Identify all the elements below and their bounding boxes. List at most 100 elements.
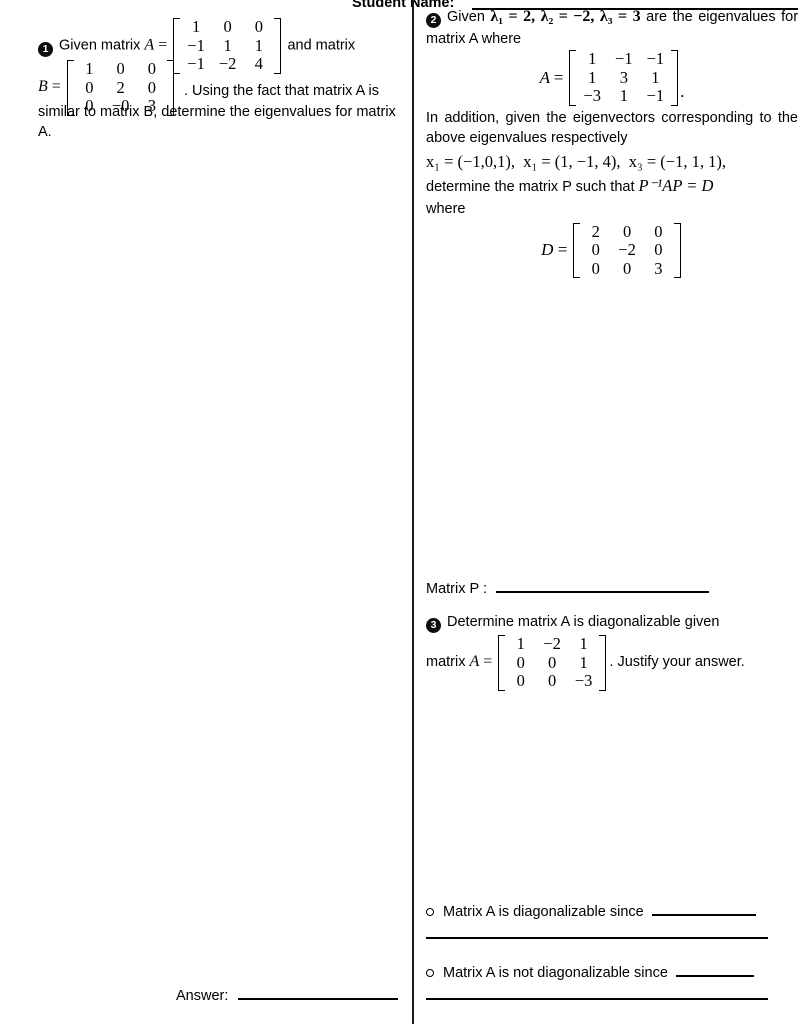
- cell: −1: [615, 49, 633, 69]
- question-1-number-badge: 1: [38, 41, 53, 57]
- radio-circle-icon[interactable]: [426, 969, 434, 977]
- cell: 1: [579, 634, 588, 653]
- table-row: −3 1 −1: [576, 87, 671, 106]
- matrix-p-row: Matrix P :: [426, 581, 709, 597]
- option-not-diagonalizable[interactable]: Matrix A is not diagonalizable since: [426, 965, 754, 981]
- question-2-number-badge: 2: [426, 13, 441, 28]
- cell: 1: [516, 634, 525, 653]
- cell: −1: [187, 35, 205, 55]
- cell: 1: [588, 67, 597, 87]
- cell: 1: [254, 35, 264, 55]
- question-1-equals-a: =: [158, 36, 168, 54]
- cell: 0: [622, 221, 632, 241]
- cell: 2: [591, 221, 600, 241]
- option-diagonalizable-fill-line-2[interactable]: [426, 937, 768, 939]
- question-3-matrix-row: matrix A = 1 −2 1 0 0 1 0 0 −3 . Justify…: [426, 635, 798, 691]
- cell: 3: [654, 258, 663, 278]
- matrix-bracket-right: [671, 50, 679, 106]
- question-1-text-part3-rest: similar to matrix B, determine the eigen…: [38, 103, 396, 141]
- answer-label: Answer:: [176, 988, 229, 1004]
- question-1-text-continued: . Using the fact that matrix A is simila…: [38, 81, 400, 143]
- column-divider: [412, 0, 414, 1024]
- table-row: 1 −1 −1: [576, 50, 671, 69]
- worksheet-page: Student Name: 1 Given matrix A = 1 0 0 −1: [0, 0, 806, 1024]
- question-2-text-intro: Given: [447, 9, 485, 25]
- cell: −2: [543, 634, 561, 653]
- question-2-text-where: where: [426, 200, 466, 217]
- answer-row: Answer:: [176, 988, 399, 1004]
- table-row: 0 −2 0: [580, 241, 674, 260]
- cell: 1: [191, 17, 201, 36]
- question-2-eigenvectors-row: x₁ = (−1,0,1), x₁ = (1, −1, 4), x₃ = (−1…: [426, 150, 798, 173]
- option-not-diagonalizable-fill-line-2[interactable]: [426, 998, 768, 1000]
- question-2-matrix-a-period: .: [680, 81, 685, 101]
- question-3-equals: =: [483, 653, 493, 671]
- right-column: 2 Given λ₁ = 2, λ₂ = −2, λ₃ = 3 are the e…: [416, 0, 806, 1024]
- cell: 0: [591, 240, 600, 260]
- question-2-eigenvector-3: x₃ = (−1, 1, 1),: [628, 151, 726, 171]
- question-1-var-a: A: [144, 36, 155, 54]
- cell: 0: [516, 671, 525, 690]
- radio-circle-icon[interactable]: [426, 908, 434, 916]
- cell: 0: [654, 240, 663, 260]
- table-row: −1 1 1: [180, 37, 274, 56]
- matrix-d-grid: 2 0 0 0 −2 0 0 0 3: [580, 223, 674, 279]
- cell: −3: [583, 86, 602, 106]
- question-3-number-badge: 3: [426, 618, 441, 633]
- matrix-bracket-left: [498, 635, 506, 691]
- matrix-bracket-right: [599, 635, 607, 691]
- cell: 0: [591, 258, 600, 278]
- table-row: 0 0 3: [580, 260, 674, 279]
- table-row: 1 −2 1: [505, 635, 599, 654]
- question-2-eigenvectors-intro: In addition, given the eigenvectors corr…: [426, 109, 798, 147]
- table-row: 2 0 0: [580, 223, 674, 242]
- cell: 0: [547, 671, 557, 690]
- option-not-diagonalizable-fill-line[interactable]: [675, 975, 754, 977]
- question-3-text-part2: . Justify your answer.: [609, 654, 745, 671]
- table-row: 1 0 0: [74, 60, 168, 79]
- question-2-eigenvector-1: x₁ = (−1,0,1),: [426, 151, 515, 171]
- cell: −3: [574, 671, 593, 690]
- question-3: 3 Determine matrix A is diagonalizable gi…: [426, 612, 798, 691]
- question-2-equation-pap: P⁻¹AP = D: [638, 176, 714, 196]
- matrix-bracket-left: [569, 50, 577, 106]
- question-2-eigenvector-2: x₁ = (1, −1, 4),: [523, 151, 621, 171]
- question-1-text-part3-first: . Using the fact that matrix A is: [184, 83, 380, 99]
- question-3-matrix-a: 1 −2 1 0 0 1 0 0 −3: [498, 635, 607, 691]
- cell: 3: [619, 67, 628, 87]
- question-2-matrix-d-equation: D = 2 0 0 0 −2 0 0 0 3: [426, 222, 798, 279]
- table-row: 0 0 −3: [505, 672, 599, 691]
- option-diagonalizable[interactable]: Matrix A is diagonalizable since: [426, 904, 756, 920]
- question-3-text-part1: Determine matrix A is diagonalizable giv…: [447, 614, 720, 630]
- question-2-determine-row: determine the matrix P such that P⁻¹AP =…: [426, 174, 798, 198]
- matrix-bracket-right: [673, 222, 681, 279]
- question-3-matrix-lead: matrix: [426, 654, 466, 671]
- cell: 1: [223, 35, 232, 55]
- table-row: 1 0 0: [180, 18, 274, 37]
- question-2-matrix-d: 2 0 0 0 −2 0 0 0 3: [573, 222, 681, 279]
- question-3-var-a: A: [469, 653, 480, 671]
- question-2-eigenvalue-3: λ₃ = 3: [599, 8, 641, 25]
- cell: 0: [147, 59, 156, 78]
- cell: 0: [223, 17, 232, 36]
- table-row: 0 0 1: [505, 654, 599, 673]
- matrix-bracket-left: [573, 222, 581, 279]
- cell: 0: [254, 17, 264, 36]
- matrix-p-fill-line[interactable]: [495, 591, 709, 593]
- cell: 0: [516, 652, 525, 672]
- question-1-text-part1: Given matrix: [59, 37, 141, 54]
- question-2-text-determine: determine the matrix P such that: [426, 179, 635, 196]
- left-column: 1 Given matrix A = 1 0 0 −1 1 1 −1 −2 4 …: [0, 0, 408, 1024]
- answer-fill-line[interactable]: [238, 998, 399, 1000]
- question-2-eigenvalue-2: λ₂ = −2,: [540, 8, 595, 25]
- question-2-var-d: D =: [541, 240, 568, 260]
- question-2-eigenvalue-1: λ₁ = 2,: [490, 8, 536, 25]
- question-2: 2 Given λ₁ = 2, λ₂ = −2, λ₃ = 3 are the e…: [426, 6, 798, 280]
- matrix-a-grid: 1 −1 −1 1 3 1 −3 1 −1: [576, 50, 671, 106]
- option-diagonalizable-fill-line[interactable]: [651, 914, 756, 916]
- cell: 1: [85, 59, 94, 78]
- cell: 1: [579, 652, 588, 672]
- cell: 1: [651, 67, 660, 87]
- cell: 1: [588, 49, 597, 69]
- question-2-var-a: A =: [539, 67, 564, 87]
